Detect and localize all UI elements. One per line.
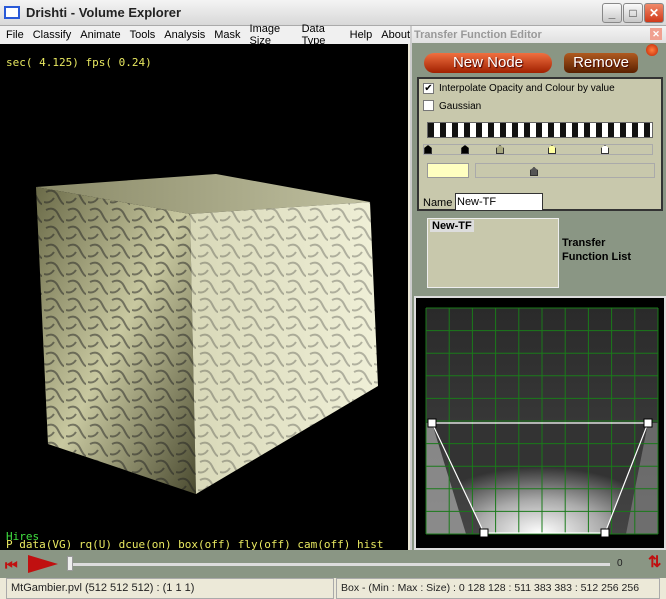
name-label: Name xyxy=(423,197,453,209)
tf-node[interactable] xyxy=(600,528,610,538)
play-button[interactable] xyxy=(28,555,58,573)
loop-icon[interactable]: ⇅ xyxy=(648,552,661,572)
tf-node[interactable] xyxy=(479,528,489,538)
frame-value: 0 xyxy=(617,558,623,569)
gaussian-label: Gaussian xyxy=(439,101,482,112)
playback-bar: ⏮ 0 ⇅ xyxy=(0,550,666,578)
color-stop-marker[interactable] xyxy=(496,145,504,154)
tf-editor-title-bar: Transfer Function Editor ✕ xyxy=(412,26,666,43)
menu-analysis[interactable]: Analysis xyxy=(164,29,205,41)
interpolate-label: Interpolate Opacity and Colour by value xyxy=(439,83,615,94)
interpolate-checkbox[interactable]: ✔ xyxy=(423,83,434,94)
frame-slider[interactable] xyxy=(70,563,610,566)
maximize-button[interactable]: □ xyxy=(623,3,643,23)
frame-slider-handle[interactable] xyxy=(67,556,73,571)
color-gradient-bar xyxy=(427,122,653,138)
transfer-function-editor: Transfer Function Editor ✕ New Node Remov… xyxy=(410,26,666,550)
remove-button[interactable]: Remove xyxy=(564,53,638,73)
tf-editor-title: Transfer Function Editor xyxy=(414,29,542,41)
tf-node[interactable] xyxy=(643,418,653,428)
menu-animate[interactable]: Animate xyxy=(80,29,120,41)
tf-settings-box: ✔ Interpolate Opacity and Colour by valu… xyxy=(417,77,663,211)
app-icon xyxy=(4,6,20,19)
status-led-icon xyxy=(646,44,658,56)
menu-tools[interactable]: Tools xyxy=(130,29,156,41)
new-node-button[interactable]: New Node xyxy=(424,53,552,73)
opacity-slider[interactable] xyxy=(475,163,655,178)
tf-close-button[interactable]: ✕ xyxy=(650,28,662,40)
name-input[interactable] xyxy=(455,193,543,211)
menu-bar: File Classify Animate Tools Analysis Mas… xyxy=(0,23,410,47)
render-status-line: P data(VG) rq(U) dcue(on) box(off) fly(o… xyxy=(6,538,384,550)
color-stop-marker[interactable] xyxy=(424,145,432,154)
status-left: MtGambier.pvl (512 512 512) : (1 1 1) xyxy=(6,578,334,599)
menu-about[interactable]: About xyxy=(381,29,410,41)
tf-graph-canvas[interactable] xyxy=(416,298,664,548)
menu-mask[interactable]: Mask xyxy=(214,29,240,41)
tf-graph[interactable] xyxy=(414,296,666,550)
status-right: Box - (Min : Max : Size) : 0 128 128 : 5… xyxy=(336,578,660,599)
rewind-button[interactable]: ⏮ xyxy=(5,557,17,574)
tf-list-item[interactable]: New-TF xyxy=(430,220,474,232)
menu-file[interactable]: File xyxy=(6,29,24,41)
color-stop-marker[interactable] xyxy=(548,145,556,154)
close-button[interactable]: ✕ xyxy=(644,3,664,23)
opacity-slider-handle[interactable] xyxy=(530,167,538,176)
tf-node[interactable] xyxy=(427,418,437,428)
render-viewport[interactable]: sec( 4.125) fps( 0.24) Hires P data(VG) … xyxy=(0,44,408,550)
selected-color-swatch[interactable] xyxy=(427,163,469,178)
color-stop-marker[interactable] xyxy=(601,145,609,154)
menu-help[interactable]: Help xyxy=(350,29,373,41)
minimize-button[interactable]: _ xyxy=(602,3,622,23)
color-stop-marker[interactable] xyxy=(461,145,469,154)
tf-list: New-TF xyxy=(427,218,559,288)
color-stop-track[interactable] xyxy=(423,144,653,155)
gaussian-checkbox[interactable] xyxy=(423,100,434,111)
tf-list-label: Transfer Function List xyxy=(562,237,632,263)
volume-rendering xyxy=(36,174,378,494)
window-title: Drishti - Volume Explorer xyxy=(26,5,182,20)
menu-classify[interactable]: Classify xyxy=(33,29,72,41)
